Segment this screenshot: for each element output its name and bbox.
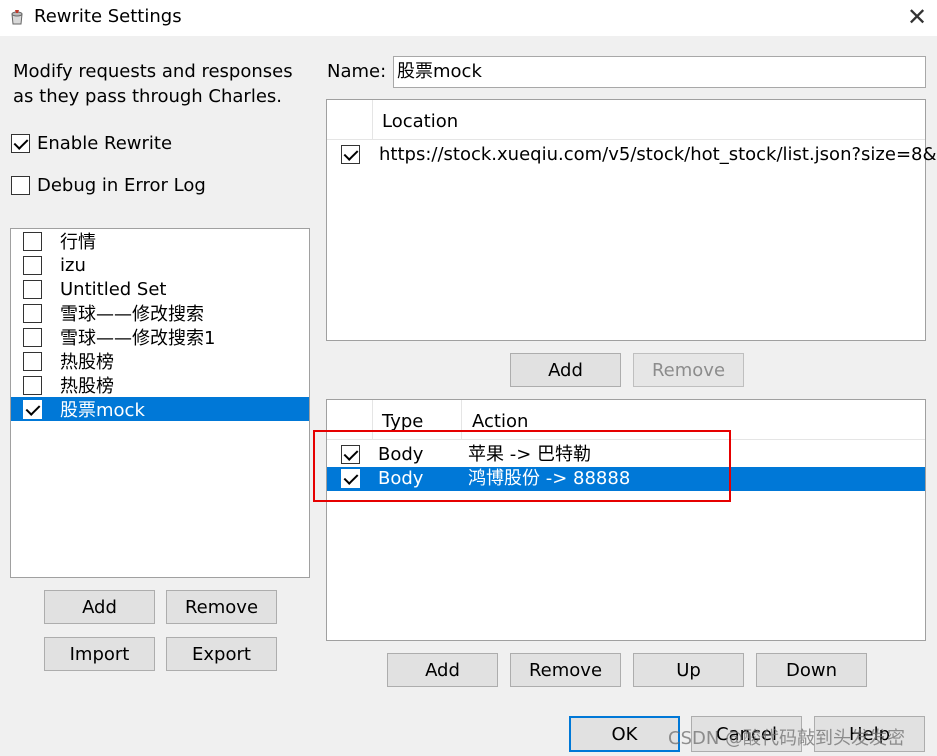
set-checkbox[interactable] [23, 255, 42, 275]
debug-error-log-check-icon[interactable] [11, 176, 30, 195]
add-rule-button[interactable]: Add [387, 653, 498, 687]
location-url: https://stock.xueqiu.com/v5/stock/hot_st… [379, 144, 937, 165]
list-item[interactable]: 行情 [11, 229, 309, 253]
location-checkbox[interactable] [341, 145, 360, 164]
set-checkbox[interactable] [23, 231, 42, 251]
location-column-header[interactable]: Location [382, 111, 458, 132]
move-down-button[interactable]: Down [756, 653, 867, 687]
list-item[interactable]: 雪球——修改搜索 [11, 301, 309, 325]
watermark-text: CSDN @酸代码敲到头发发密 [668, 728, 906, 749]
set-checkbox[interactable] [23, 351, 42, 371]
set-label: izu [60, 254, 86, 276]
window-title: Rewrite Settings [34, 6, 182, 27]
debug-error-log-checkbox[interactable]: Debug in Error Log [11, 175, 206, 196]
remove-rule-button[interactable]: Remove [510, 653, 621, 687]
rewrite-sets-list[interactable]: 行情 izu Untitled Set 雪球——修改搜索 雪球——修改搜索1 热… [10, 228, 310, 578]
name-label: Name: [327, 61, 387, 82]
table-row[interactable]: https://stock.xueqiu.com/v5/stock/hot_st… [327, 143, 937, 167]
ok-button[interactable]: OK [569, 716, 680, 752]
list-item[interactable]: izu [11, 253, 309, 277]
locations-table[interactable]: Location https://stock.xueqiu.com/v5/sto… [326, 99, 937, 341]
set-label: 热股榜 [60, 352, 114, 373]
description-text: Modify requests and responses as they pa… [13, 61, 293, 107]
set-checkbox[interactable] [23, 279, 42, 299]
move-up-button[interactable]: Up [633, 653, 744, 687]
enable-rewrite-check-icon[interactable] [11, 134, 30, 153]
list-item[interactable]: 热股榜 [11, 349, 309, 373]
set-label: 雪球——修改搜索 [60, 304, 204, 325]
column-divider [372, 100, 373, 140]
charles-app-icon [11, 10, 23, 25]
set-checkbox[interactable] [23, 327, 42, 347]
list-item[interactable]: 热股榜 [11, 373, 309, 397]
enable-rewrite-label: Enable Rewrite [37, 133, 173, 154]
set-checkbox[interactable] [23, 303, 42, 323]
set-label: Untitled Set [60, 278, 167, 300]
export-button[interactable]: Export [166, 637, 277, 671]
set-label: 雪球——修改搜索1 [60, 328, 216, 349]
debug-error-log-label: Debug in Error Log [37, 175, 206, 196]
set-label: 行情 [60, 232, 96, 253]
enable-rewrite-checkbox[interactable]: Enable Rewrite [11, 133, 172, 154]
name-input[interactable]: 股票mock [393, 56, 926, 88]
type-column-header[interactable]: Type [382, 411, 423, 432]
remove-location-button[interactable]: Remove [633, 353, 744, 387]
add-set-button[interactable]: Add [44, 590, 155, 624]
highlight-annotation-box [313, 430, 731, 502]
set-checkbox[interactable] [23, 375, 42, 395]
import-button[interactable]: Import [44, 637, 155, 671]
list-item[interactable]: 雪球——修改搜索1 [11, 325, 309, 349]
list-item[interactable]: Untitled Set [11, 277, 309, 301]
action-column-header[interactable]: Action [472, 411, 528, 432]
add-location-button[interactable]: Add [510, 353, 621, 387]
remove-set-button[interactable]: Remove [166, 590, 277, 624]
set-checkbox[interactable] [23, 399, 42, 419]
locations-table-header: Location [327, 100, 925, 140]
title-bar: Rewrite Settings ✕ [0, 0, 937, 36]
set-label: 热股榜 [60, 376, 114, 397]
list-item-selected[interactable]: 股票mock [11, 397, 309, 421]
close-icon[interactable]: ✕ [902, 4, 932, 30]
set-label: 股票mock [60, 400, 145, 421]
